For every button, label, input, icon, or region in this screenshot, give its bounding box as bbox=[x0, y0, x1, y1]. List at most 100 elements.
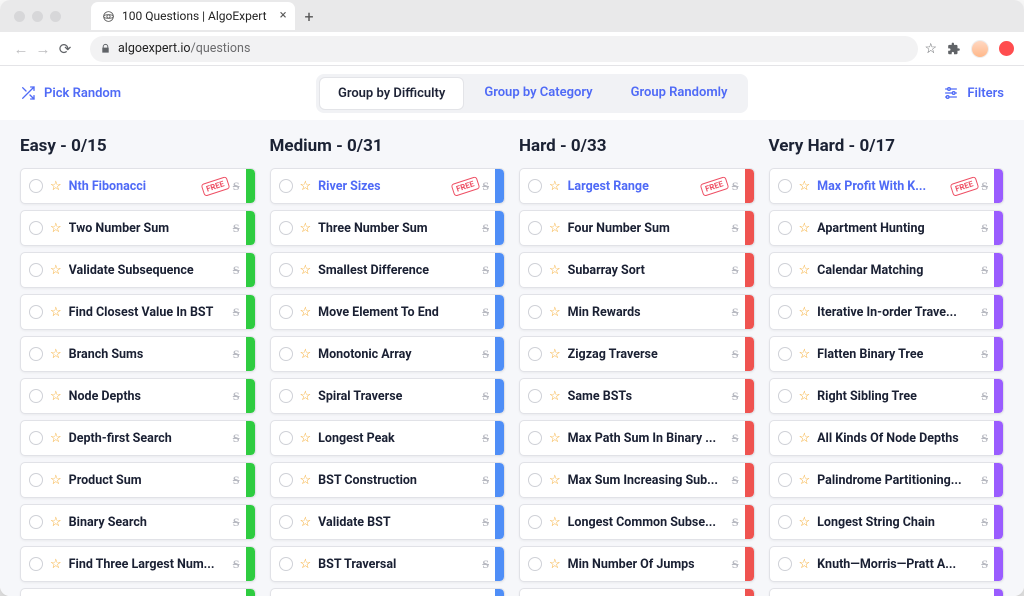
scratchpad-icon[interactable]: S bbox=[732, 305, 739, 320]
star-icon[interactable]: ☆ bbox=[799, 431, 811, 446]
star-icon[interactable]: ☆ bbox=[924, 41, 937, 57]
scratchpad-icon[interactable]: S bbox=[981, 347, 988, 362]
question-card[interactable]: ☆Validate SubsequenceS bbox=[20, 252, 256, 288]
star-icon[interactable]: ☆ bbox=[50, 305, 62, 320]
completion-radio[interactable] bbox=[528, 431, 542, 445]
completion-radio[interactable] bbox=[778, 179, 792, 193]
completion-radio[interactable] bbox=[778, 389, 792, 403]
question-card[interactable]: ☆Find Closest Value In BSTS bbox=[20, 294, 256, 330]
completion-radio[interactable] bbox=[29, 557, 43, 571]
completion-radio[interactable] bbox=[279, 389, 293, 403]
scratchpad-icon[interactable]: S bbox=[482, 263, 489, 278]
star-icon[interactable]: ☆ bbox=[549, 431, 561, 446]
reload-button[interactable]: ⟳ bbox=[54, 40, 76, 58]
question-card[interactable]: ☆Flatten Binary TreeS bbox=[769, 336, 1005, 372]
window-controls[interactable] bbox=[10, 11, 61, 22]
question-card[interactable]: ☆Max Sum Increasing Sub...S bbox=[519, 462, 755, 498]
completion-radio[interactable] bbox=[778, 305, 792, 319]
question-card[interactable]: ☆Branch SumsS bbox=[20, 336, 256, 372]
scratchpad-icon[interactable]: S bbox=[981, 179, 988, 194]
star-icon[interactable]: ☆ bbox=[300, 347, 312, 362]
question-card[interactable]: ☆Spiral TraverseS bbox=[270, 378, 506, 414]
completion-radio[interactable] bbox=[528, 179, 542, 193]
question-card[interactable]: ☆Nth FibonacciFREES bbox=[20, 168, 256, 204]
completion-radio[interactable] bbox=[528, 221, 542, 235]
question-card[interactable]: ☆Palindrome Partitioning...S bbox=[769, 462, 1005, 498]
close-window[interactable] bbox=[14, 11, 25, 22]
scratchpad-icon[interactable]: S bbox=[233, 347, 240, 362]
star-icon[interactable]: ☆ bbox=[50, 557, 62, 572]
maximize-window[interactable] bbox=[50, 11, 61, 22]
completion-radio[interactable] bbox=[279, 305, 293, 319]
scratchpad-icon[interactable]: S bbox=[981, 389, 988, 404]
star-icon[interactable]: ☆ bbox=[799, 263, 811, 278]
scratchpad-icon[interactable]: S bbox=[732, 473, 739, 488]
completion-radio[interactable] bbox=[778, 347, 792, 361]
tab-group-randomly[interactable]: Group Randomly bbox=[613, 77, 746, 110]
completion-radio[interactable] bbox=[528, 305, 542, 319]
question-card[interactable]: ☆Right Sibling TreeS bbox=[769, 378, 1005, 414]
scratchpad-icon[interactable]: S bbox=[732, 515, 739, 530]
new-tab-button[interactable]: + bbox=[305, 7, 314, 26]
scratchpad-icon[interactable]: S bbox=[732, 431, 739, 446]
star-icon[interactable]: ☆ bbox=[50, 389, 62, 404]
question-card[interactable]: ☆Max Path Sum In Binary ...S bbox=[519, 420, 755, 456]
star-icon[interactable]: ☆ bbox=[50, 473, 62, 488]
scratchpad-icon[interactable]: S bbox=[732, 389, 739, 404]
question-card[interactable]: ☆Three Number SumS bbox=[270, 210, 506, 246]
pick-random-button[interactable]: Pick Random bbox=[20, 85, 121, 101]
completion-radio[interactable] bbox=[29, 431, 43, 445]
star-icon[interactable]: ☆ bbox=[799, 347, 811, 362]
completion-radio[interactable] bbox=[778, 515, 792, 529]
star-icon[interactable]: ☆ bbox=[300, 179, 312, 194]
question-card[interactable]: ☆BST ConstructionS bbox=[270, 462, 506, 498]
question-card[interactable]: ☆Longest Common Subse...S bbox=[519, 504, 755, 540]
question-card[interactable]: ☆Largest RangeFREES bbox=[519, 168, 755, 204]
scratchpad-icon[interactable]: S bbox=[482, 557, 489, 572]
completion-radio[interactable] bbox=[29, 473, 43, 487]
minimize-window[interactable] bbox=[32, 11, 43, 22]
completion-radio[interactable] bbox=[528, 515, 542, 529]
question-card[interactable]: ☆Max Profit With K...FREES bbox=[769, 168, 1005, 204]
star-icon[interactable]: ☆ bbox=[300, 515, 312, 530]
question-card[interactable]: ☆Apartment HuntingS bbox=[769, 210, 1005, 246]
scratchpad-icon[interactable]: S bbox=[732, 221, 739, 236]
scratchpad-icon[interactable]: S bbox=[981, 221, 988, 236]
scratchpad-icon[interactable]: S bbox=[233, 389, 240, 404]
completion-radio[interactable] bbox=[279, 557, 293, 571]
close-tab-icon[interactable]: × bbox=[280, 8, 287, 23]
star-icon[interactable]: ☆ bbox=[549, 179, 561, 194]
question-card[interactable]: ☆Rectangle ManiaS bbox=[769, 588, 1005, 596]
scratchpad-icon[interactable]: S bbox=[981, 473, 988, 488]
question-card[interactable]: ☆Depth-first SearchS bbox=[20, 420, 256, 456]
scratchpad-icon[interactable]: S bbox=[233, 263, 240, 278]
extension-badge[interactable] bbox=[999, 41, 1014, 56]
star-icon[interactable]: ☆ bbox=[50, 515, 62, 530]
scratchpad-icon[interactable]: S bbox=[482, 347, 489, 362]
question-card[interactable]: ☆Water AreaS bbox=[519, 588, 755, 596]
scratchpad-icon[interactable]: S bbox=[482, 473, 489, 488]
question-card[interactable]: ☆Move Element To EndS bbox=[270, 294, 506, 330]
completion-radio[interactable] bbox=[29, 263, 43, 277]
star-icon[interactable]: ☆ bbox=[300, 263, 312, 278]
star-icon[interactable]: ☆ bbox=[50, 179, 62, 194]
star-icon[interactable]: ☆ bbox=[799, 515, 811, 530]
scratchpad-icon[interactable]: S bbox=[233, 473, 240, 488]
completion-radio[interactable] bbox=[29, 515, 43, 529]
star-icon[interactable]: ☆ bbox=[549, 557, 561, 572]
question-card[interactable]: ☆Validate BSTS bbox=[270, 504, 506, 540]
question-card[interactable]: ☆Four Number SumS bbox=[519, 210, 755, 246]
star-icon[interactable]: ☆ bbox=[50, 347, 62, 362]
profile-avatar[interactable] bbox=[971, 40, 989, 58]
completion-radio[interactable] bbox=[279, 347, 293, 361]
star-icon[interactable]: ☆ bbox=[799, 389, 811, 404]
question-card[interactable]: ☆BST TraversalS bbox=[270, 546, 506, 582]
filters-button[interactable]: Filters bbox=[943, 85, 1004, 101]
scratchpad-icon[interactable]: S bbox=[981, 263, 988, 278]
star-icon[interactable]: ☆ bbox=[50, 221, 62, 236]
scratchpad-icon[interactable]: S bbox=[732, 263, 739, 278]
star-icon[interactable]: ☆ bbox=[300, 221, 312, 236]
question-card[interactable]: ☆Product SumS bbox=[20, 462, 256, 498]
completion-radio[interactable] bbox=[778, 221, 792, 235]
completion-radio[interactable] bbox=[778, 431, 792, 445]
